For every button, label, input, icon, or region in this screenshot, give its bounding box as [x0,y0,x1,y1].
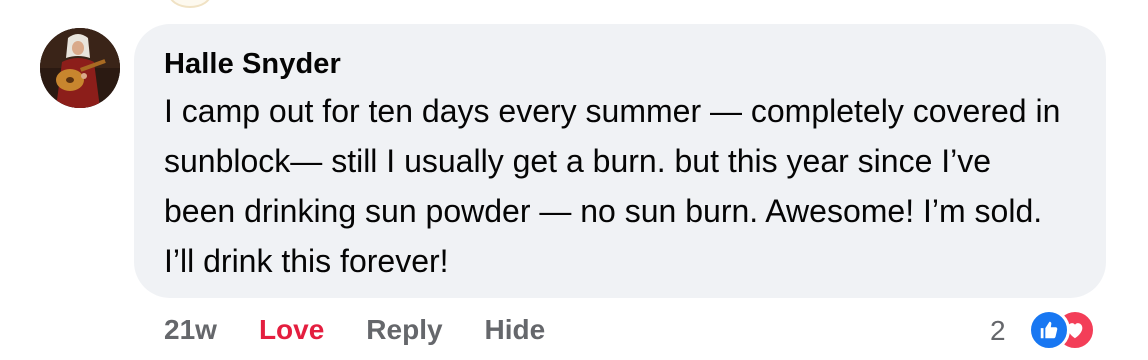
comment-thread: Halle Snyder I camp out for ten days eve… [0,0,1148,360]
timestamp-link[interactable]: 21w [164,314,217,346]
love-button[interactable]: Love [259,314,324,346]
reaction-count: 2 [990,315,1006,346]
avatar[interactable] [40,28,120,108]
comment-text: I camp out for ten days every summer — c… [164,93,1061,279]
comment-actions: 21w Love Reply Hide [164,310,545,350]
like-icon [1027,309,1070,351]
avatar-image [40,28,120,108]
previous-reaction-icon [168,0,212,8]
reaction-summary[interactable]: 2 [990,309,1096,353]
hide-button[interactable]: Hide [485,314,546,346]
reaction-icons [1008,309,1096,353]
comment-bubble: Halle Snyder I camp out for ten days eve… [134,24,1106,298]
author-name[interactable]: Halle Snyder [164,44,1076,84]
reply-button[interactable]: Reply [366,314,442,346]
